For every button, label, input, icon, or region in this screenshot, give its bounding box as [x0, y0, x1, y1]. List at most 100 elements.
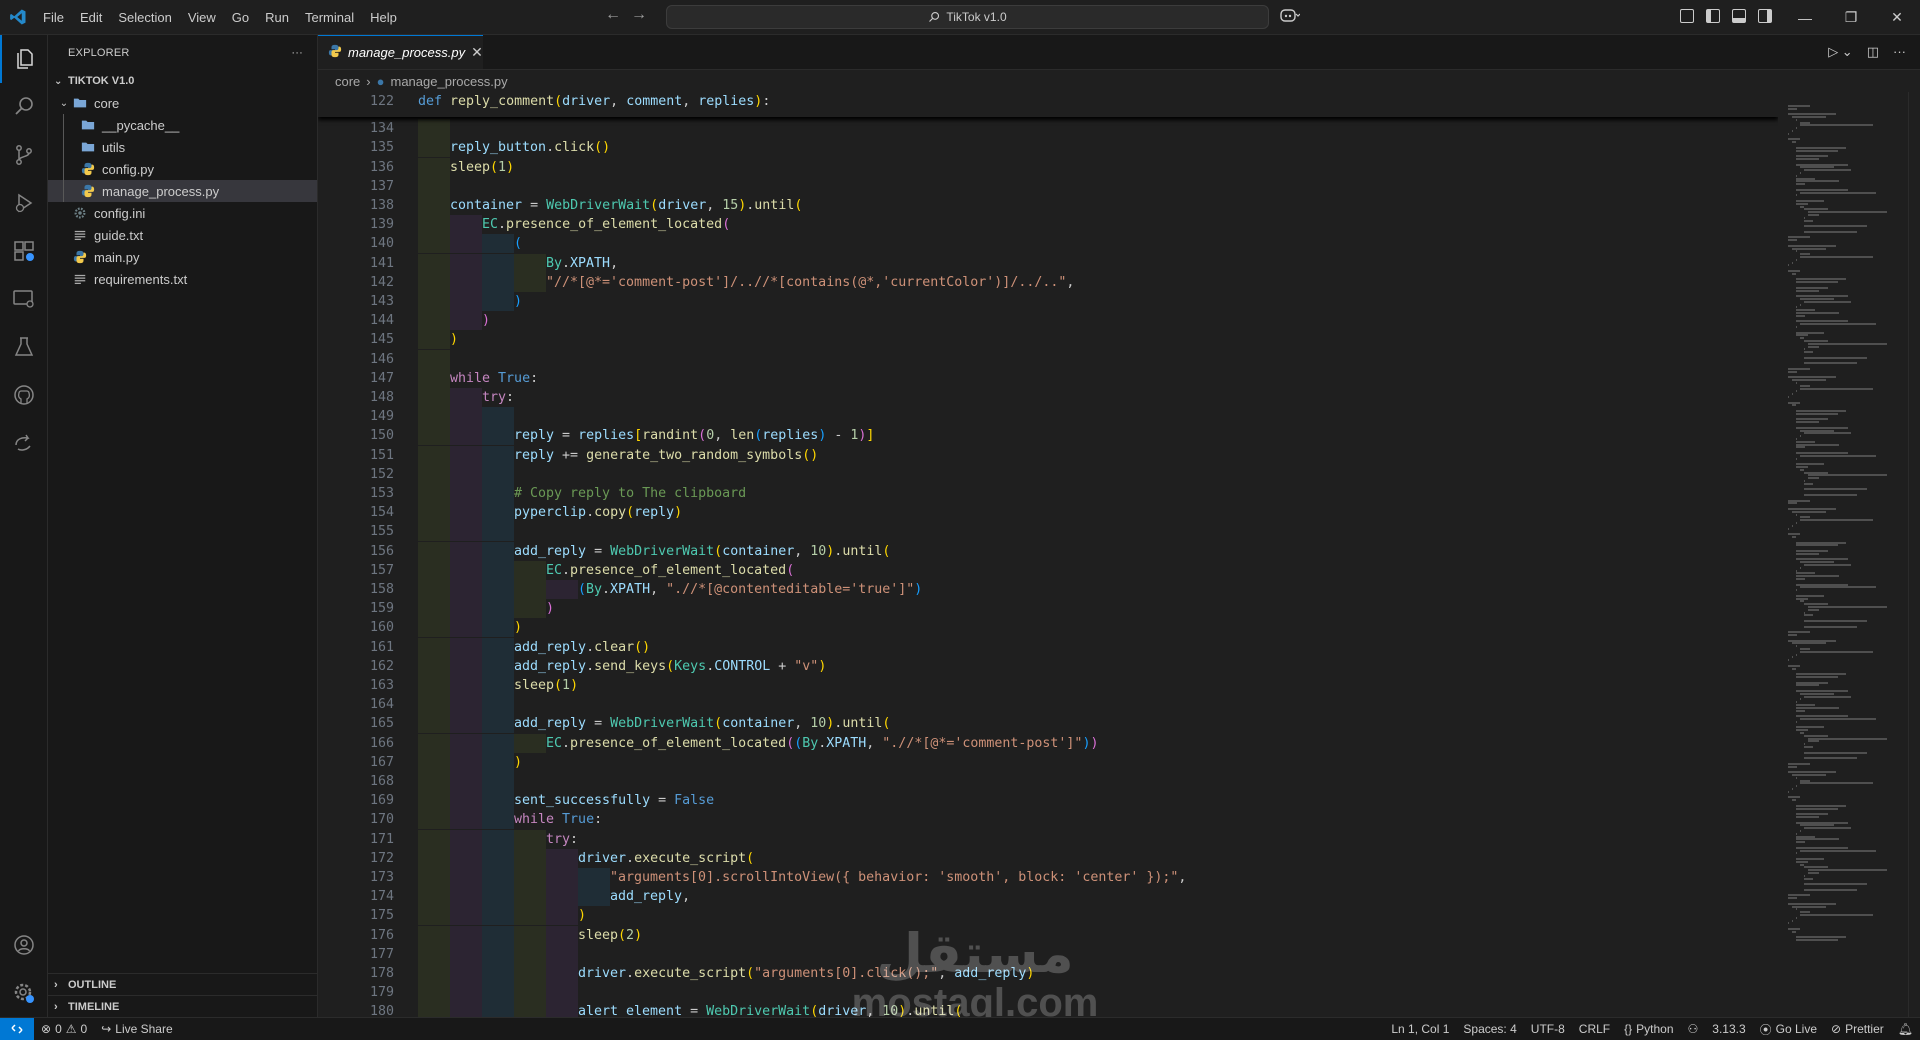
close-tab-icon[interactable]: ✕ — [471, 44, 483, 61]
notifications-bell-icon[interactable]: 🔔︎ — [1891, 1022, 1920, 1036]
minimap-line — [1792, 642, 1827, 645]
code-token: 15 — [722, 198, 739, 213]
menu-go[interactable]: Go — [224, 0, 257, 35]
more-actions-icon[interactable]: ··· — [1893, 44, 1906, 60]
github-icon[interactable] — [0, 371, 48, 419]
tree-item-label: config.ini — [94, 205, 146, 221]
end-of-line[interactable]: CRLF — [1572, 1022, 1617, 1036]
workspace-root[interactable]: ⌄ TIKTOK V1.0 — [48, 70, 317, 92]
split-editor-icon[interactable]: ◫ — [1867, 44, 1879, 60]
code-editor[interactable]: 134 135 reply_button.click() 136 sleep(1) 137… — [318, 92, 1778, 1017]
menu-terminal[interactable]: Terminal — [297, 0, 362, 35]
editor-actions: ▷ ⌄ ◫ ··· — [1828, 44, 1906, 60]
language-mode[interactable]: {} Python — [1617, 1022, 1680, 1036]
outline-section[interactable]: › OUTLINE — [48, 973, 318, 995]
line-number: 179 — [369, 985, 394, 1001]
menu-file[interactable]: File — [35, 0, 72, 35]
python-interpreter[interactable]: 3.13.3 — [1705, 1022, 1752, 1036]
code-token: ( — [618, 927, 627, 943]
minimap-line — [1796, 149, 1838, 152]
line-number: 160 — [369, 620, 394, 636]
back-arrow-icon[interactable]: ← — [605, 6, 621, 24]
breadcrumb-file[interactable]: manage_process.py — [391, 74, 508, 89]
tree-item-config-ini[interactable]: config.ini — [48, 202, 317, 224]
line-code: By.XPATH, — [546, 254, 618, 273]
live-share-status[interactable]: ↪ Live Share — [94, 1022, 179, 1036]
testing-icon[interactable] — [0, 323, 48, 371]
minimap-line — [1796, 250, 1798, 253]
live-share-label: Live Share — [115, 1022, 173, 1036]
breadcrumb-folder[interactable]: core — [335, 74, 360, 89]
indent-rainbow — [450, 445, 482, 465]
minimap-line — [1792, 656, 1794, 659]
minimap-line — [1796, 286, 1828, 289]
line-number: 148 — [369, 390, 394, 405]
encoding[interactable]: UTF-8 — [1524, 1022, 1572, 1036]
indent-rainbow — [418, 580, 450, 599]
minimize-button[interactable]: — — [1782, 0, 1828, 35]
indent-rainbow — [514, 964, 546, 983]
toggle-secondary-sidebar-icon[interactable] — [1758, 9, 1772, 23]
indent-rainbow — [450, 292, 482, 311]
indent-rainbow — [482, 637, 514, 657]
minimap-line — [1788, 897, 1797, 900]
run-debug-icon[interactable] — [0, 179, 48, 227]
go-live-button[interactable]: ⦿ Go Live — [1753, 1021, 1824, 1038]
minimap-line — [1796, 174, 1798, 177]
cursor-position[interactable]: Ln 1, Col 1 — [1384, 1022, 1456, 1036]
toggle-panel-icon[interactable] — [1732, 9, 1746, 23]
code-line: 152 — [318, 464, 1778, 484]
run-python-file-icon[interactable]: ▷ ⌄ — [1828, 44, 1853, 60]
tree-item-utils[interactable]: utils — [48, 136, 317, 158]
tree-item-config-py[interactable]: config.py — [48, 158, 317, 180]
tree-item-main-py[interactable]: main.py — [48, 246, 317, 268]
live-share-icon[interactable] — [0, 419, 48, 467]
command-center[interactable]: TikTok v1.0 — [666, 5, 1269, 29]
tree-item-manage-process-py[interactable]: manage_process.py — [48, 180, 317, 202]
menu-view[interactable]: View — [180, 0, 224, 35]
code-token: , — [1178, 870, 1187, 885]
forward-arrow-icon[interactable]: → — [631, 6, 647, 24]
remote-indicator-icon[interactable] — [0, 1017, 34, 1040]
tree-item-pycache[interactable]: __pycache__ — [48, 114, 317, 136]
tree-item-guide-txt[interactable]: guide.txt — [48, 224, 317, 246]
toggle-primary-sidebar-icon[interactable] — [1706, 9, 1720, 23]
customize-layout-icon[interactable] — [1680, 9, 1694, 23]
minimap-line — [1796, 421, 1820, 424]
problems-indicator[interactable]: ⊗ 0 ⚠ 0 — [34, 1022, 94, 1036]
menu-edit[interactable]: Edit — [72, 0, 110, 35]
sticky-scroll-header[interactable]: 122 def reply_comment(driver, comment, re… — [318, 92, 1778, 118]
more-actions-icon[interactable]: ··· — [291, 47, 303, 59]
minimap-line — [1796, 309, 1815, 312]
minimap-line — [1804, 888, 1857, 891]
accounts-icon[interactable] — [0, 921, 48, 969]
tree-item-core[interactable]: ⌄ core — [48, 92, 317, 114]
title-bar: File Edit Selection View Go Run Terminal Help ←… — [0, 0, 1920, 35]
explorer-icon[interactable] — [0, 35, 48, 83]
search-icon[interactable] — [0, 83, 48, 131]
minimap[interactable] — [1778, 92, 1908, 1017]
close-window-button[interactable]: ✕ — [1874, 0, 1920, 35]
menu-run[interactable]: Run — [257, 0, 297, 35]
manage-gear-icon[interactable] — [0, 969, 48, 1017]
indent-rainbow — [418, 330, 450, 350]
source-control-icon[interactable] — [0, 131, 48, 179]
minimap-line — [1796, 858, 1824, 860]
timeline-section[interactable]: › TIMELINE — [48, 995, 318, 1017]
copilot-status-icon[interactable]: ⚇ — [1681, 1022, 1706, 1036]
remote-explorer-icon[interactable] — [0, 227, 48, 275]
indent-rainbow — [418, 138, 450, 158]
tree-item-requirements-txt[interactable]: requirements.txt — [48, 268, 317, 290]
prettier-status[interactable]: ⊘ Prettier — [1824, 1022, 1891, 1036]
remote-window-icon[interactable] — [0, 275, 48, 323]
restore-button[interactable]: ❐ — [1828, 0, 1874, 35]
indentation[interactable]: Spaces: 4 — [1456, 1022, 1523, 1036]
vertical-scrollbar[interactable] — [1908, 92, 1920, 1017]
tab-manage-process[interactable]: manage_process.py ✕ — [318, 35, 483, 69]
minimap-line — [1796, 807, 1838, 810]
indent-rainbow — [418, 887, 450, 907]
menu-selection[interactable]: Selection — [110, 0, 179, 35]
minimap-line — [1800, 782, 1873, 785]
copilot-icon[interactable] — [1280, 8, 1301, 25]
menu-help[interactable]: Help — [362, 0, 405, 35]
